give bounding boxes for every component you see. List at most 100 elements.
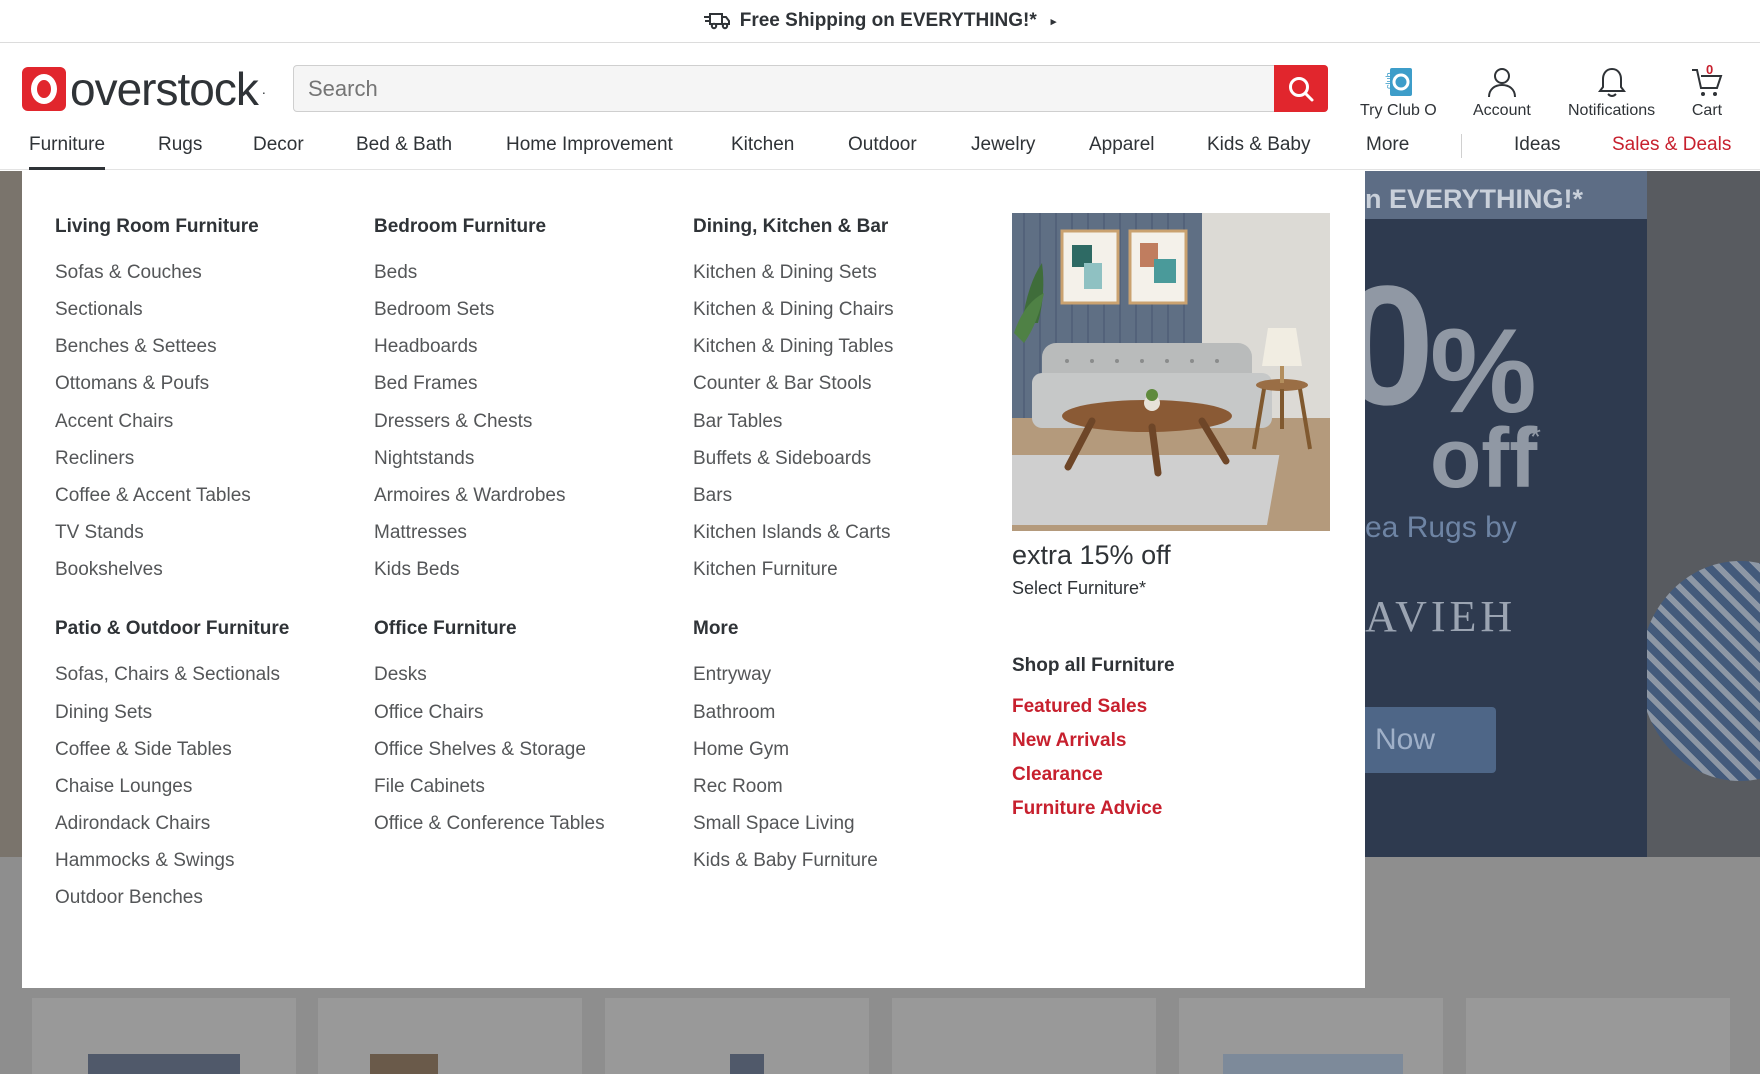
furniture-advice-link[interactable]: Furniture Advice [1012, 798, 1162, 820]
club-o-label: Try Club O [1360, 102, 1437, 119]
product-card[interactable] [605, 998, 869, 1074]
menu-link[interactable]: Accent Chairs [55, 411, 173, 433]
menu-link[interactable]: Armoires & Wardrobes [374, 485, 565, 507]
menu-link[interactable]: TV Stands [55, 522, 144, 544]
menu-link[interactable]: Kitchen Furniture [693, 559, 838, 581]
shop-all-furniture-link[interactable]: Shop all Furniture [1012, 655, 1175, 677]
nav-kitchen[interactable]: Kitchen [731, 128, 794, 170]
promo-subtitle: Select Furniture* [1012, 578, 1147, 598]
menu-link[interactable]: Chaise Lounges [55, 776, 192, 798]
featured-sales-link[interactable]: Featured Sales [1012, 696, 1147, 718]
section-title[interactable]: Patio & Outdoor Furniture [55, 618, 289, 640]
menu-link[interactable]: Sofas & Couches [55, 262, 202, 284]
menu-link[interactable]: Mattresses [374, 522, 467, 544]
search-input[interactable] [294, 66, 1274, 111]
menu-link[interactable]: Entryway [693, 664, 771, 686]
menu-link[interactable]: Coffee & Side Tables [55, 739, 232, 761]
menu-link[interactable]: Sectionals [55, 299, 143, 321]
menu-link[interactable]: Kitchen & Dining Tables [693, 336, 893, 358]
nav-furniture[interactable]: Furniture [29, 128, 106, 170]
menu-link[interactable]: Home Gym [693, 739, 789, 761]
product-card[interactable] [318, 998, 582, 1074]
menu-link[interactable]: Rec Room [693, 776, 783, 798]
menu-link[interactable]: Small Space Living [693, 813, 855, 835]
nav-apparel[interactable]: Apparel [1089, 128, 1155, 170]
hero-subtitle: ea Rugs by [1365, 511, 1517, 544]
menu-link[interactable]: Dressers & Chests [374, 411, 532, 433]
promo-text: Free Shipping on EVERYTHING!* [739, 10, 1037, 31]
menu-link[interactable]: Hammocks & Swings [55, 850, 235, 872]
section-title[interactable]: Living Room Furniture [55, 216, 259, 238]
nav-sales-deals[interactable]: Sales & Deals [1612, 128, 1731, 170]
menu-link[interactable]: Coffee & Accent Tables [55, 485, 251, 507]
menu-link[interactable]: Bedroom Sets [374, 299, 494, 321]
search-bar [293, 65, 1328, 112]
nav-ideas[interactable]: Ideas [1514, 128, 1560, 170]
menu-link[interactable]: Dining Sets [55, 702, 152, 724]
search-button[interactable] [1274, 65, 1328, 112]
nav-bed-bath[interactable]: Bed & Bath [356, 128, 452, 170]
menu-link[interactable]: Beds [374, 262, 417, 284]
menu-link[interactable]: File Cabinets [374, 776, 485, 798]
nav-decor[interactable]: Decor [253, 128, 304, 170]
nav-home-improvement[interactable]: Home Improvement [506, 128, 673, 170]
club-o-button[interactable]: club Try Club O [1360, 62, 1437, 120]
nav-more[interactable]: More [1366, 128, 1409, 170]
notifications-button[interactable]: Notifications [1568, 62, 1655, 120]
nav-rugs[interactable]: Rugs [158, 128, 202, 170]
cart-label: Cart [1691, 102, 1723, 119]
promo-image[interactable] [1012, 213, 1330, 531]
menu-link[interactable]: Kids & Baby Furniture [693, 850, 878, 872]
search-icon [1289, 76, 1314, 101]
promo-title[interactable]: extra 15% off [1012, 540, 1171, 571]
new-arrivals-link[interactable]: New Arrivals [1012, 730, 1126, 752]
nav-jewelry[interactable]: Jewelry [971, 128, 1035, 170]
menu-link[interactable]: Bed Frames [374, 373, 477, 395]
svg-text:club: club [1384, 72, 1394, 89]
product-card[interactable] [32, 998, 296, 1074]
promo-bar[interactable]: Free Shipping on EVERYTHING!* ▸ [0, 0, 1760, 43]
menu-link[interactable]: Kitchen & Dining Sets [693, 262, 877, 284]
menu-link[interactable]: Office Shelves & Storage [374, 739, 586, 761]
product-card[interactable] [892, 998, 1156, 1074]
clearance-link[interactable]: Clearance [1012, 764, 1103, 786]
menu-link[interactable]: Outdoor Benches [55, 887, 203, 909]
menu-link[interactable]: Ottomans & Poufs [55, 373, 209, 395]
menu-link[interactable]: Sofas, Chairs & Sectionals [55, 664, 280, 686]
account-label: Account [1473, 102, 1531, 119]
menu-link[interactable]: Office Chairs [374, 702, 483, 724]
menu-link[interactable]: Bookshelves [55, 559, 163, 581]
menu-link[interactable]: Buffets & Sideboards [693, 448, 871, 470]
cart-button[interactable]: 0 Cart [1690, 62, 1724, 120]
menu-link[interactable]: Office & Conference Tables [374, 813, 605, 835]
product-card[interactable] [1466, 998, 1730, 1074]
menu-link[interactable]: Benches & Settees [55, 336, 217, 358]
section-title[interactable]: More [693, 618, 738, 640]
menu-link[interactable]: Bar Tables [693, 411, 782, 433]
menu-link[interactable]: Kids Beds [374, 559, 460, 581]
section-title[interactable]: Dining, Kitchen & Bar [693, 216, 888, 238]
notifications-label: Notifications [1568, 102, 1656, 119]
nav-kids-baby[interactable]: Kids & Baby [1207, 128, 1311, 170]
hero-shop-button[interactable]: Now [1365, 707, 1496, 773]
menu-link[interactable]: Kitchen Islands & Carts [693, 522, 890, 544]
product-cards [0, 998, 1760, 1074]
product-card[interactable] [1179, 998, 1443, 1074]
caret-right-icon: ▸ [1050, 15, 1057, 28]
menu-link[interactable]: Counter & Bar Stools [693, 373, 871, 395]
section-title[interactable]: Office Furniture [374, 618, 517, 640]
menu-link[interactable]: Nightstands [374, 448, 474, 470]
menu-link[interactable]: Bathroom [693, 702, 775, 724]
nav-outdoor[interactable]: Outdoor [848, 128, 917, 170]
menu-link[interactable]: Headboards [374, 336, 478, 358]
account-button[interactable]: Account [1473, 62, 1531, 120]
menu-link[interactable]: Recliners [55, 448, 134, 470]
menu-link[interactable]: Adirondack Chairs [55, 813, 210, 835]
menu-link[interactable]: Kitchen & Dining Chairs [693, 299, 894, 321]
living-room-image [1012, 213, 1330, 531]
menu-link[interactable]: Desks [374, 664, 427, 686]
overstock-logo[interactable]: overstock . [22, 66, 266, 112]
menu-link[interactable]: Bars [693, 485, 732, 507]
club-o-icon: club [1384, 68, 1413, 96]
section-title[interactable]: Bedroom Furniture [374, 216, 546, 238]
